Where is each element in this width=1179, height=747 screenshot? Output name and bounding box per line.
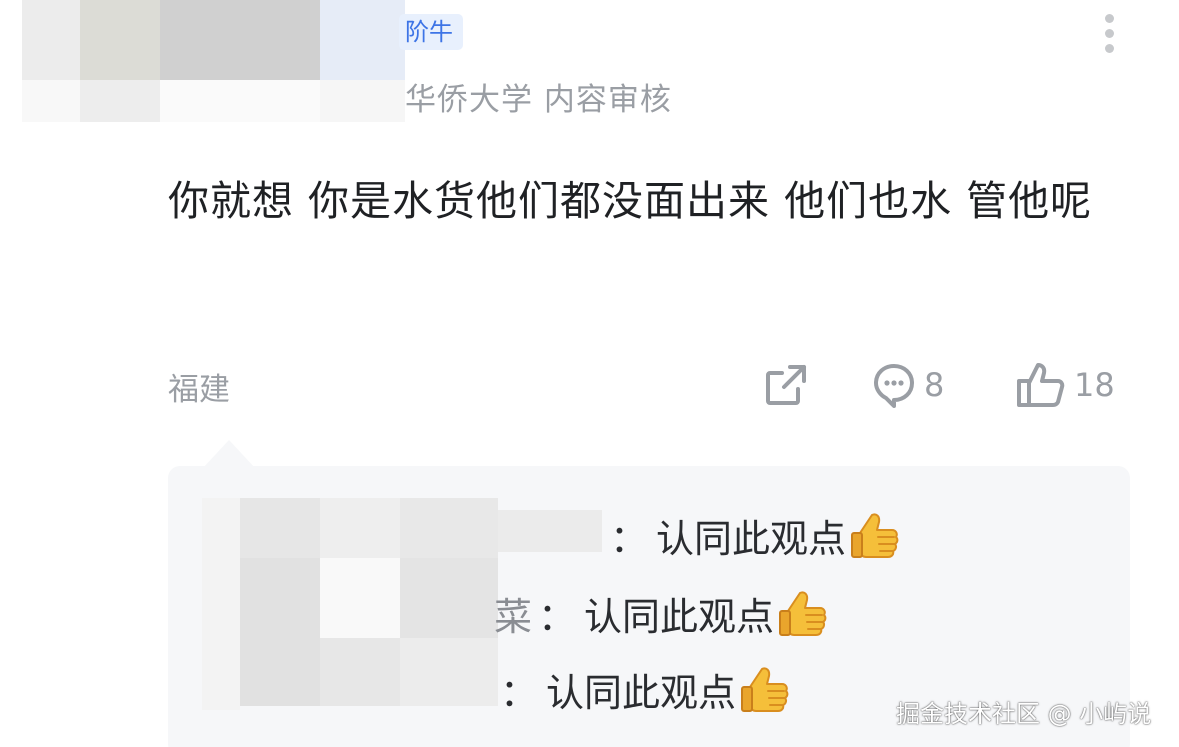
- comment-text: 你就想 你是水货他们都没面出来 他们也水 管他呢: [168, 177, 1093, 225]
- thumbs-up-emoji: [779, 590, 827, 636]
- reply-button[interactable]: 8: [872, 360, 944, 410]
- reply-colon: ：: [500, 671, 539, 715]
- thumbs-up-emoji: [851, 512, 899, 558]
- reply-item: ： 认同此观点: [494, 662, 792, 717]
- reply-colon: ：: [538, 595, 577, 639]
- source-watermark: 掘金技术社区 @ 小屿说: [896, 700, 1152, 728]
- like-button[interactable]: 18: [1016, 360, 1115, 410]
- reply-item: ： 认同此观点: [604, 508, 902, 563]
- author-description: 华侨大学 内容审核: [405, 82, 672, 118]
- thumbs-up-emoji: [741, 666, 789, 712]
- thumbs-up-icon: [1017, 363, 1065, 407]
- comment-card: 阶牛 华侨大学 内容审核 你就想 你是水货他们都没面出来 他们也水 管他呢 福建…: [0, 0, 1179, 747]
- user-level-badge: 阶牛: [399, 14, 463, 50]
- reply-item: 菜 ： 认同此观点: [494, 586, 830, 641]
- reply-text: 认同此观点: [546, 671, 737, 715]
- reply-count: 8: [924, 366, 945, 404]
- more-vertical-icon[interactable]: [1100, 14, 1120, 54]
- share-icon: [766, 365, 806, 405]
- share-button[interactable]: [764, 360, 808, 410]
- reply-author-fragment: 菜: [494, 595, 533, 639]
- reply-text: 认同此观点: [584, 595, 775, 639]
- like-count: 18: [1074, 366, 1115, 404]
- comment-icon: [874, 364, 914, 408]
- reply-colon: ：: [610, 517, 649, 561]
- avatar-name-mosaic: [22, 0, 405, 122]
- comment-location: 福建: [168, 372, 230, 408]
- reply-text: 认同此观点: [656, 517, 847, 561]
- reply-box-pointer: [203, 440, 255, 468]
